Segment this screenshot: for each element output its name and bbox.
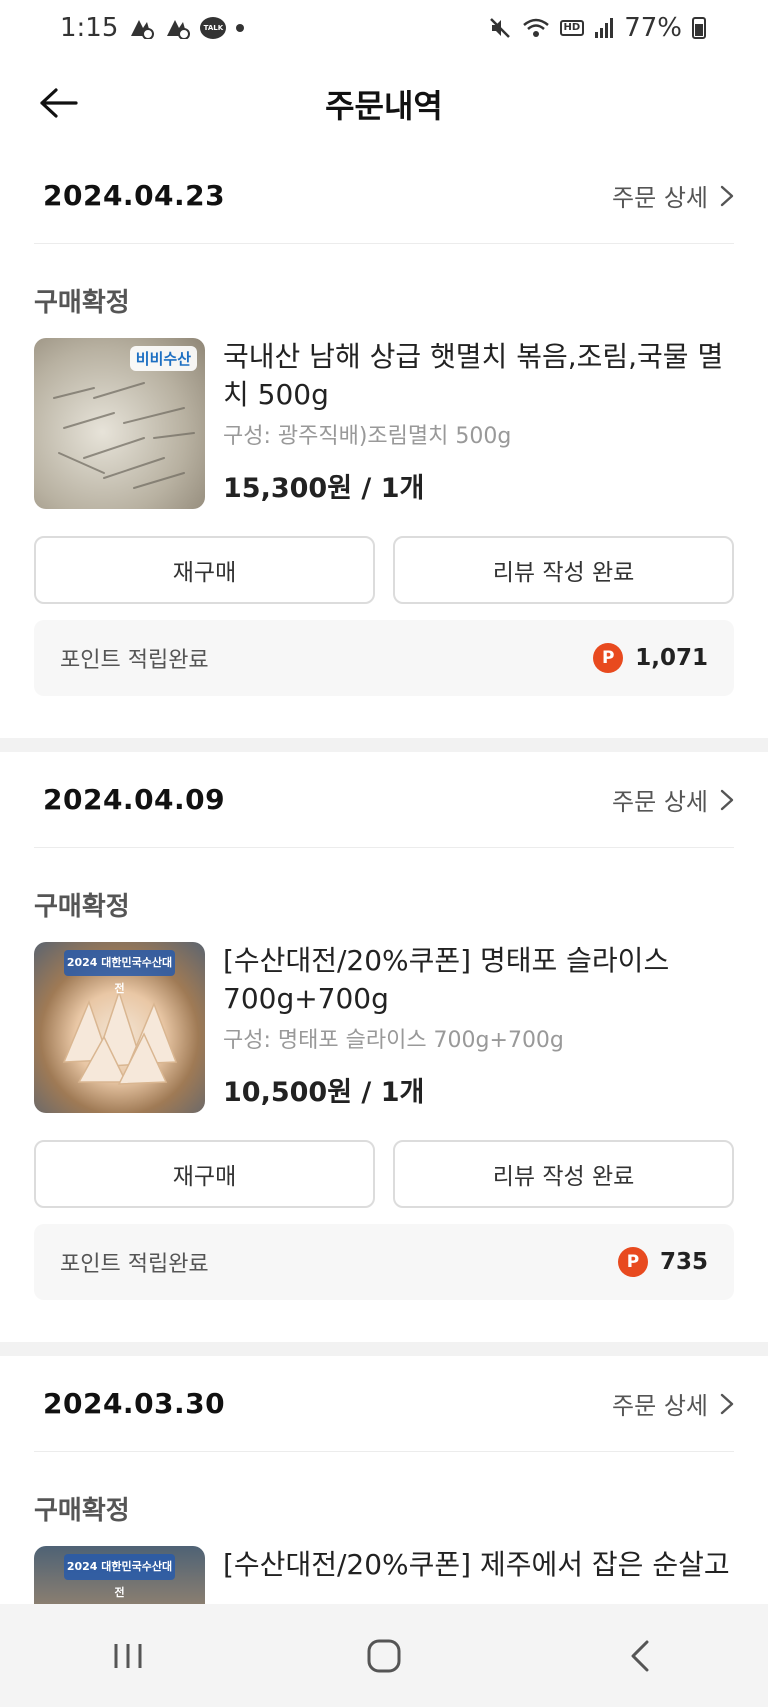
battery-icon xyxy=(692,17,706,39)
point-value-group: P 1,071 xyxy=(593,643,708,673)
recent-apps-icon xyxy=(114,1643,142,1668)
product-name[interactable]: [수산대전/20%쿠폰] 명태포 슬라이스 700g+700g xyxy=(223,942,734,1018)
point-icon: P xyxy=(593,643,624,673)
system-nav-bar xyxy=(0,1604,768,1707)
purchase-status: 구매확정 xyxy=(34,892,130,922)
brand-logo: 비비수산 xyxy=(129,346,197,371)
product-option: 구성: 광주직배)조림멸치 500g xyxy=(223,424,512,449)
home-button[interactable] xyxy=(354,1626,414,1686)
order-list: 2024.04.23 주문 상세 구매확정 비비수산 국내산 남해 상급 햇멸치… xyxy=(0,148,768,1707)
point-value: 735 xyxy=(659,1249,708,1275)
purchase-status: 구매확정 xyxy=(34,288,130,318)
product-price: 15,300원 / 1개 xyxy=(223,473,425,504)
order-detail-label: 주문 상세 xyxy=(612,184,708,212)
page-title: 주문내역 xyxy=(325,87,443,125)
point-label: 포인트 적립완료 xyxy=(60,648,209,673)
recent-apps-button[interactable] xyxy=(98,1626,158,1686)
status-bar: 1:15 TALK HD 77% xyxy=(0,0,768,56)
product-price: 10,500원 / 1개 xyxy=(223,1077,425,1108)
order-date: 2024.04.23 xyxy=(43,179,226,212)
status-right: HD 77% xyxy=(488,13,706,43)
order-history-screen: 1:15 TALK HD 77% 주문내역 2024.04.23 주문 상세 구… xyxy=(0,0,768,1707)
notification-app-icon xyxy=(164,17,191,39)
signal-icon xyxy=(594,17,614,39)
app-header: 주문내역 xyxy=(0,60,768,148)
product-item[interactable]: 비비수산 국내산 남해 상급 햇멸치 볶음,조림,국물 멸치 500g 구성: … xyxy=(34,338,734,510)
product-thumbnail[interactable]: 2024 대한민국수산대전 xyxy=(34,942,205,1113)
review-done-button[interactable]: 리뷰 작성 완료 xyxy=(393,1140,734,1208)
product-name[interactable]: 국내산 남해 상급 햇멸치 볶음,조림,국물 멸치 500g xyxy=(223,338,734,414)
notification-app-icon xyxy=(128,17,155,39)
order-card: 2024.04.23 주문 상세 구매확정 비비수산 국내산 남해 상급 햇멸치… xyxy=(0,148,768,696)
status-time: 1:15 xyxy=(60,13,119,43)
arrow-left-icon xyxy=(40,88,78,118)
festival-badge: 2024 대한민국수산대전 xyxy=(64,950,175,995)
rebuy-button[interactable]: 재구매 xyxy=(34,536,375,604)
rebuy-button[interactable]: 재구매 xyxy=(34,1140,375,1208)
product-item[interactable]: 2024 대한민국수산대전 [수산대전/20%쿠폰] 명태포 슬라이스 700g… xyxy=(34,942,734,1114)
product-thumbnail[interactable]: 비비수산 xyxy=(34,338,205,509)
point-summary: 포인트 적립완료 P 1,071 xyxy=(34,620,734,696)
hd-voice-icon: HD xyxy=(559,20,585,36)
order-header: 2024.03.30 주문 상세 xyxy=(34,1356,734,1452)
order-detail-link[interactable]: 주문 상세 xyxy=(612,178,734,213)
section-divider xyxy=(0,1342,768,1356)
order-date: 2024.04.09 xyxy=(43,783,226,816)
home-icon xyxy=(367,1639,401,1672)
mute-icon xyxy=(488,16,512,40)
chevron-right-icon xyxy=(720,789,734,810)
order-card: 2024.04.09 주문 상세 구매확정 2024 대한민국수산대전 [수산대… xyxy=(0,752,768,1300)
point-value-group: P 735 xyxy=(617,1247,708,1277)
point-label: 포인트 적립완료 xyxy=(60,1252,209,1277)
order-detail-label: 주문 상세 xyxy=(612,788,708,816)
order-actions: 재구매 리뷰 작성 완료 xyxy=(34,536,734,604)
festival-badge: 2024 대한민국수산대전 xyxy=(64,1554,175,1599)
order-date: 2024.03.30 xyxy=(43,1387,226,1420)
order-actions: 재구매 리뷰 작성 완료 xyxy=(34,1140,734,1208)
product-info: 국내산 남해 상급 햇멸치 볶음,조림,국물 멸치 500g 구성: 광주직배)… xyxy=(223,338,734,510)
order-detail-link[interactable]: 주문 상세 xyxy=(612,1386,734,1421)
point-value: 1,071 xyxy=(635,645,708,671)
point-summary: 포인트 적립완료 P 735 xyxy=(34,1224,734,1300)
section-divider xyxy=(0,738,768,752)
purchase-status: 구매확정 xyxy=(34,1496,130,1526)
back-button[interactable] xyxy=(38,80,84,126)
battery-percent: 77% xyxy=(624,13,682,43)
wifi-icon xyxy=(522,17,550,39)
order-header: 2024.04.09 주문 상세 xyxy=(34,752,734,848)
point-icon: P xyxy=(617,1247,648,1277)
kakaotalk-icon: TALK xyxy=(200,17,227,39)
product-option: 구성: 명태포 슬라이스 700g+700g xyxy=(223,1028,564,1053)
order-detail-label: 주문 상세 xyxy=(612,1392,708,1420)
chevron-left-icon xyxy=(631,1640,649,1671)
status-left: 1:15 TALK xyxy=(60,13,245,43)
chevron-right-icon xyxy=(720,1393,734,1414)
chevron-right-icon xyxy=(720,185,734,206)
order-detail-link[interactable]: 주문 상세 xyxy=(612,782,734,817)
back-nav-button[interactable] xyxy=(610,1626,670,1686)
review-done-button[interactable]: 리뷰 작성 완료 xyxy=(393,536,734,604)
order-header: 2024.04.23 주문 상세 xyxy=(34,148,734,244)
product-name[interactable]: [수산대전/20%쿠폰] 제주에서 잡은 순살고 xyxy=(223,1546,734,1584)
product-info: [수산대전/20%쿠폰] 명태포 슬라이스 700g+700g 구성: 명태포 … xyxy=(223,942,734,1114)
more-notifications-dot-icon xyxy=(236,24,245,32)
